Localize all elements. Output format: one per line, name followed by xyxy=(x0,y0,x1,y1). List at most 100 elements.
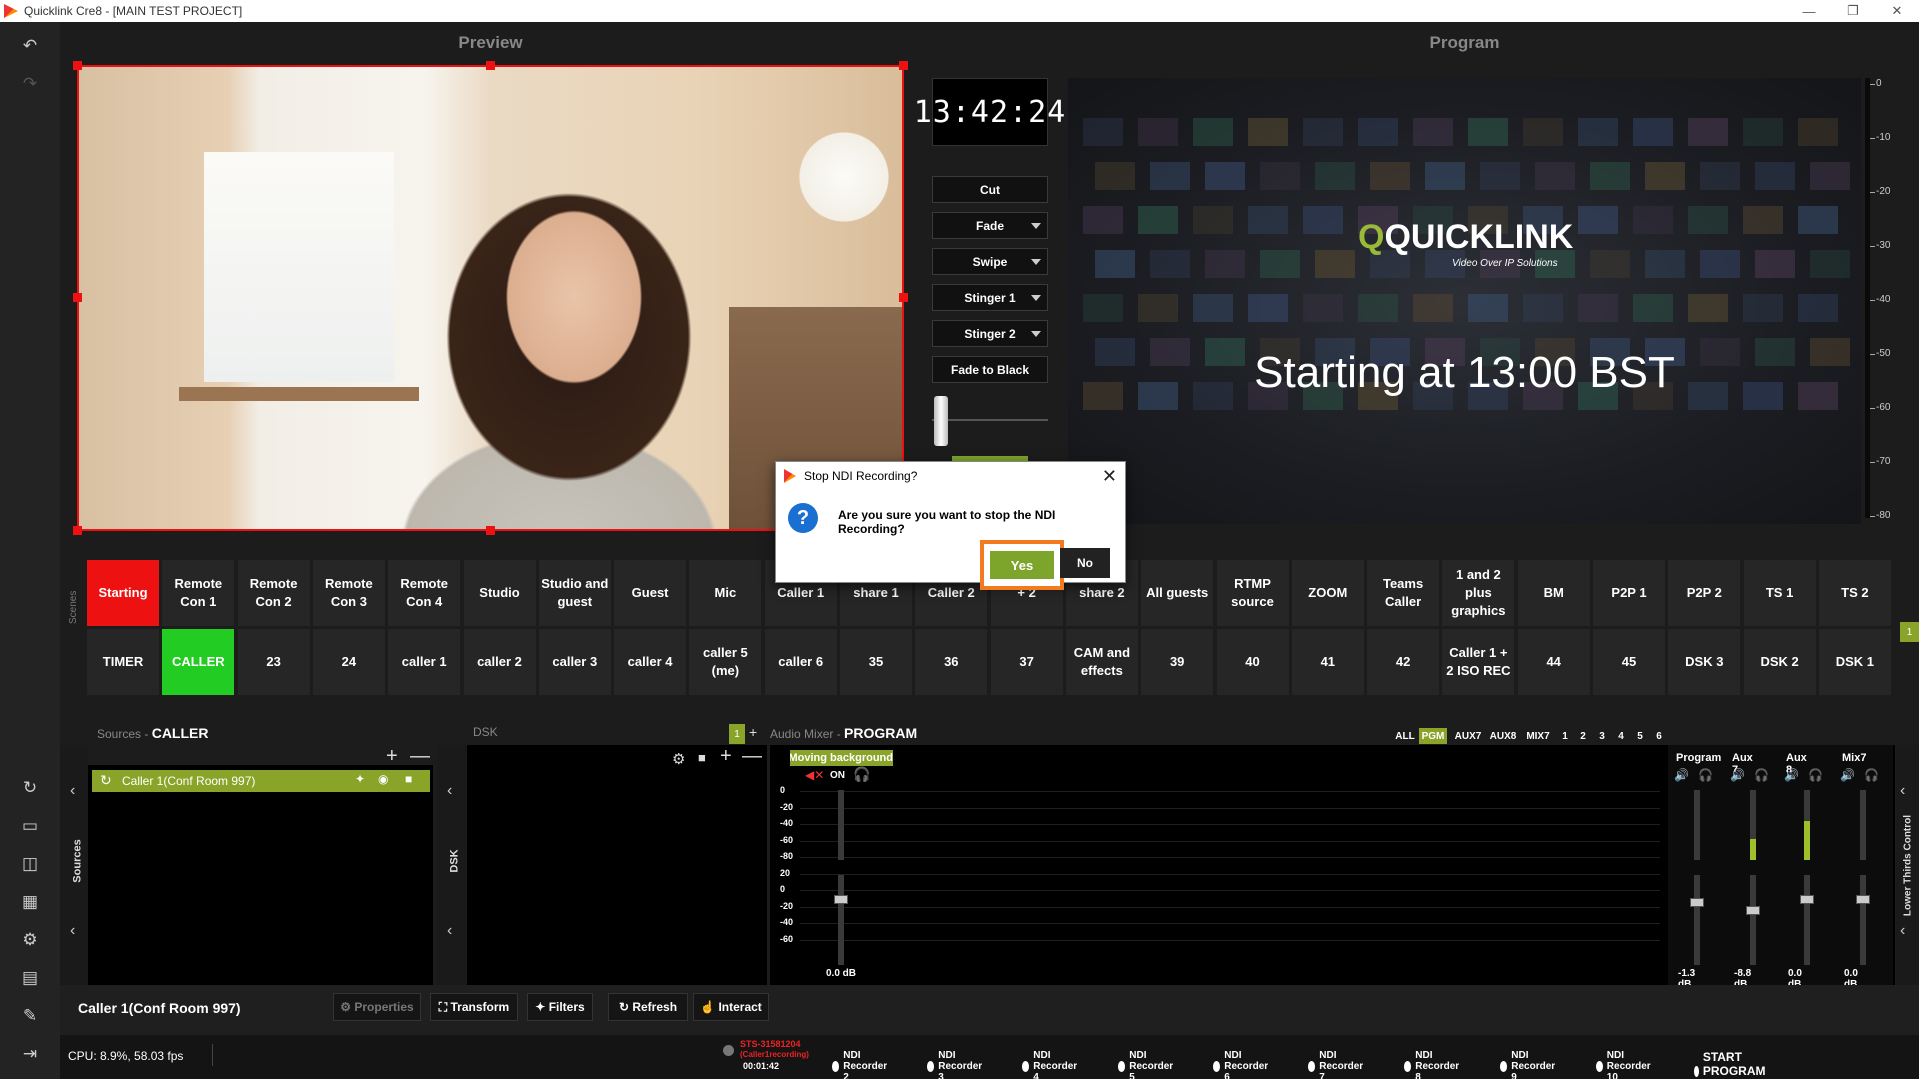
scene-button[interactable]: Mic xyxy=(689,560,762,626)
scene-button[interactable]: Remote Con 3 xyxy=(312,560,385,626)
remove-source-icon[interactable]: — xyxy=(410,745,430,768)
scene-button[interactable]: Starting xyxy=(87,560,159,626)
scene-button[interactable]: 23 xyxy=(237,629,310,695)
resize-handle[interactable] xyxy=(73,526,82,535)
remove-dsk-icon[interactable]: — xyxy=(742,745,762,768)
channel-fader-knob[interactable] xyxy=(1800,895,1814,904)
scene-button[interactable]: 35 xyxy=(840,629,912,695)
scene-button[interactable]: caller 2 xyxy=(463,629,536,695)
scene-button[interactable]: Studio and guest xyxy=(538,560,611,626)
interact-button[interactable]: ☝ Interact xyxy=(693,993,769,1021)
mixer-tab-1[interactable]: 1 xyxy=(1557,728,1573,744)
resize-handle[interactable] xyxy=(899,293,908,302)
mixer-tab-all[interactable]: ALL xyxy=(1394,728,1416,744)
scene-button[interactable]: 40 xyxy=(1216,629,1289,695)
resize-handle[interactable] xyxy=(486,61,495,70)
source-fader-knob[interactable] xyxy=(834,895,848,904)
scene-button[interactable]: Teams Caller xyxy=(1367,560,1440,626)
scene-button[interactable]: TS 1 xyxy=(1743,560,1816,626)
speaker-icon[interactable]: 🔊 xyxy=(1784,768,1799,782)
scene-button[interactable]: Remote Con 4 xyxy=(388,560,461,626)
mixer-tab-mix7[interactable]: MIX7 xyxy=(1522,728,1554,744)
start-program-recording[interactable]: START PROGRAM RECORDING xyxy=(1694,1050,1782,1079)
stinger-1-button[interactable]: Stinger 1 xyxy=(932,284,1048,311)
scene-button[interactable]: caller 5 (me) xyxy=(689,629,762,695)
mixer-tab-3[interactable]: 3 xyxy=(1594,728,1610,744)
scene-button[interactable]: P2P 1 xyxy=(1593,560,1665,626)
chevron-down-icon[interactable] xyxy=(1031,223,1041,229)
resize-handle[interactable] xyxy=(486,526,495,535)
scene-button[interactable]: TS 2 xyxy=(1818,560,1891,626)
cut-button[interactable]: Cut xyxy=(932,176,1048,203)
lock-icon[interactable]: ■ xyxy=(698,750,706,765)
fade-button[interactable]: Fade xyxy=(932,212,1048,239)
scene-button[interactable]: 37 xyxy=(990,629,1063,695)
speaker-icon[interactable]: 🔊 xyxy=(1674,768,1689,782)
ndi-recorder-toggle[interactable]: NDI Recorder 4 xyxy=(1022,1050,1081,1079)
scene-button[interactable]: DSK 2 xyxy=(1743,629,1816,695)
scene-button[interactable]: 44 xyxy=(1517,629,1590,695)
scene-button[interactable]: caller 3 xyxy=(538,629,611,695)
mixer-tab-4[interactable]: 4 xyxy=(1613,728,1629,744)
add-dsk-page-icon[interactable]: + xyxy=(749,724,757,740)
swipe-button[interactable]: Swipe xyxy=(932,248,1048,275)
scene-button[interactable]: caller 6 xyxy=(764,629,837,695)
gear-icon[interactable]: ⚙ xyxy=(16,926,44,954)
recording-indicator[interactable] xyxy=(723,1045,734,1056)
mixer-tab-pgm[interactable]: PGM xyxy=(1419,728,1447,744)
ndi-recorder-toggle[interactable]: NDI Recorder 10 xyxy=(1596,1050,1655,1079)
ndi-recorder-toggle[interactable]: NDI Recorder 8 xyxy=(1404,1050,1463,1079)
scene-button[interactable]: P2P 2 xyxy=(1668,560,1741,626)
scene-button[interactable]: DSK 1 xyxy=(1818,629,1891,695)
transform-button[interactable]: ⛶ Transform xyxy=(430,993,518,1021)
channel-fader-knob[interactable] xyxy=(1856,895,1870,904)
scene-button[interactable]: 1 and 2 plus graphics xyxy=(1442,560,1515,626)
stinger-2-button[interactable]: Stinger 2 xyxy=(932,320,1048,347)
scene-button[interactable]: All guests xyxy=(1141,560,1214,626)
scene-button[interactable]: 45 xyxy=(1593,629,1665,695)
chevron-down-icon[interactable] xyxy=(1031,295,1041,301)
scene-button[interactable]: Remote Con 2 xyxy=(237,560,310,626)
scene-button[interactable]: CALLER xyxy=(162,629,235,695)
lock-icon[interactable]: ■ xyxy=(405,772,412,786)
chevron-left-icon[interactable]: ‹ xyxy=(1900,782,1905,800)
scene-button[interactable]: DSK 3 xyxy=(1668,629,1741,695)
channel-fader-knob[interactable] xyxy=(1690,898,1704,907)
properties-button[interactable]: ⚙ Properties xyxy=(333,993,421,1021)
scene-button[interactable]: 36 xyxy=(915,629,988,695)
scene-button[interactable]: CAM and effects xyxy=(1065,629,1138,695)
undo-icon[interactable]: ↶ xyxy=(16,32,44,60)
close-icon[interactable]: ✕ xyxy=(1102,466,1117,487)
ndi-recorder-toggle[interactable]: NDI Recorder 2 xyxy=(832,1050,891,1079)
mixer-tab-6[interactable]: 6 xyxy=(1651,728,1667,744)
scene-button[interactable]: caller 4 xyxy=(614,629,687,695)
headphones-icon[interactable]: 🎧 xyxy=(1808,768,1823,782)
folder-icon[interactable]: ▤ xyxy=(16,964,44,992)
chevron-down-icon[interactable] xyxy=(1031,331,1041,337)
scene-button[interactable]: ZOOM xyxy=(1291,560,1364,626)
speaker-muted-icon[interactable]: ◀✕ xyxy=(805,768,824,782)
headphones-icon[interactable]: 🎧 xyxy=(853,766,870,783)
scene-button[interactable]: BM xyxy=(1517,560,1590,626)
scene-button[interactable]: caller 1 xyxy=(388,629,461,695)
scene-button[interactable]: Remote Con 1 xyxy=(162,560,235,626)
close-window-icon[interactable]: ✕ xyxy=(1875,0,1919,22)
no-button[interactable]: No xyxy=(1060,548,1110,578)
yes-button[interactable]: Yes xyxy=(990,551,1054,579)
ndi-recorder-toggle[interactable]: NDI Recorder 3 xyxy=(927,1050,986,1079)
scene-button[interactable]: RTMP source xyxy=(1216,560,1289,626)
add-dsk-icon[interactable]: + xyxy=(720,745,732,768)
scene-button[interactable]: 39 xyxy=(1141,629,1214,695)
chevron-left-icon[interactable]: ‹ xyxy=(447,922,452,940)
ndi-recorder-toggle[interactable]: NDI Recorder 5 xyxy=(1118,1050,1177,1079)
scenes-page-badge[interactable]: 1 xyxy=(1900,622,1919,642)
scene-button[interactable]: Caller 1 + 2 ISO REC xyxy=(1442,629,1515,695)
resize-handle[interactable] xyxy=(899,61,908,70)
exit-icon[interactable]: ⇥ xyxy=(16,1040,44,1068)
scene-button[interactable]: 24 xyxy=(312,629,385,695)
mixer-tab-aux7[interactable]: AUX7 xyxy=(1452,728,1484,744)
scene-button[interactable]: Studio xyxy=(463,560,536,626)
gear-icon[interactable]: ⚙ xyxy=(672,750,685,768)
speaker-icon[interactable]: 🔊 xyxy=(1730,768,1745,782)
wand-icon[interactable]: ✦ xyxy=(355,772,365,786)
